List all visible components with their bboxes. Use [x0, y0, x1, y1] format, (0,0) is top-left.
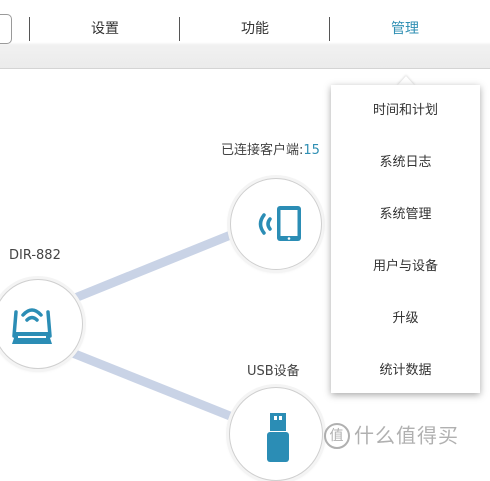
- router-node[interactable]: [0, 279, 83, 369]
- watermark-logo-icon: 值: [324, 422, 350, 449]
- menu-item-upgrade[interactable]: 升级: [331, 293, 480, 345]
- menu-item-time-and-schedule[interactable]: 时间和计划: [331, 85, 480, 137]
- menu-item-system-admin[interactable]: 系统管理: [331, 189, 480, 241]
- management-dropdown-menu: 时间和计划 系统日志 系统管理 用户与设备 升级 统计数据: [331, 85, 480, 393]
- menu-item-users-and-devices[interactable]: 用户与设备: [331, 241, 480, 293]
- watermark-text: 什么值得买: [354, 423, 459, 448]
- tablet-wifi-icon: [258, 206, 301, 241]
- menu-item-system-log[interactable]: 系统日志: [331, 137, 480, 189]
- connected-clients-count: 15: [303, 143, 320, 158]
- usb-device-node[interactable]: [229, 387, 323, 481]
- watermark: 值什么值得买: [324, 418, 459, 450]
- usb-drive-icon: [267, 413, 289, 462]
- connected-clients-node[interactable]: [230, 178, 322, 270]
- connected-clients-label: 已连接客户端:15: [221, 143, 320, 158]
- menu-item-statistics[interactable]: 统计数据: [331, 345, 480, 397]
- usb-device-label: USB设备: [247, 364, 300, 379]
- router-usb-link: [65, 347, 245, 425]
- router-model-label: DIR-882: [9, 248, 61, 263]
- router-clients-link: [65, 227, 243, 305]
- router-icon: [12, 308, 52, 344]
